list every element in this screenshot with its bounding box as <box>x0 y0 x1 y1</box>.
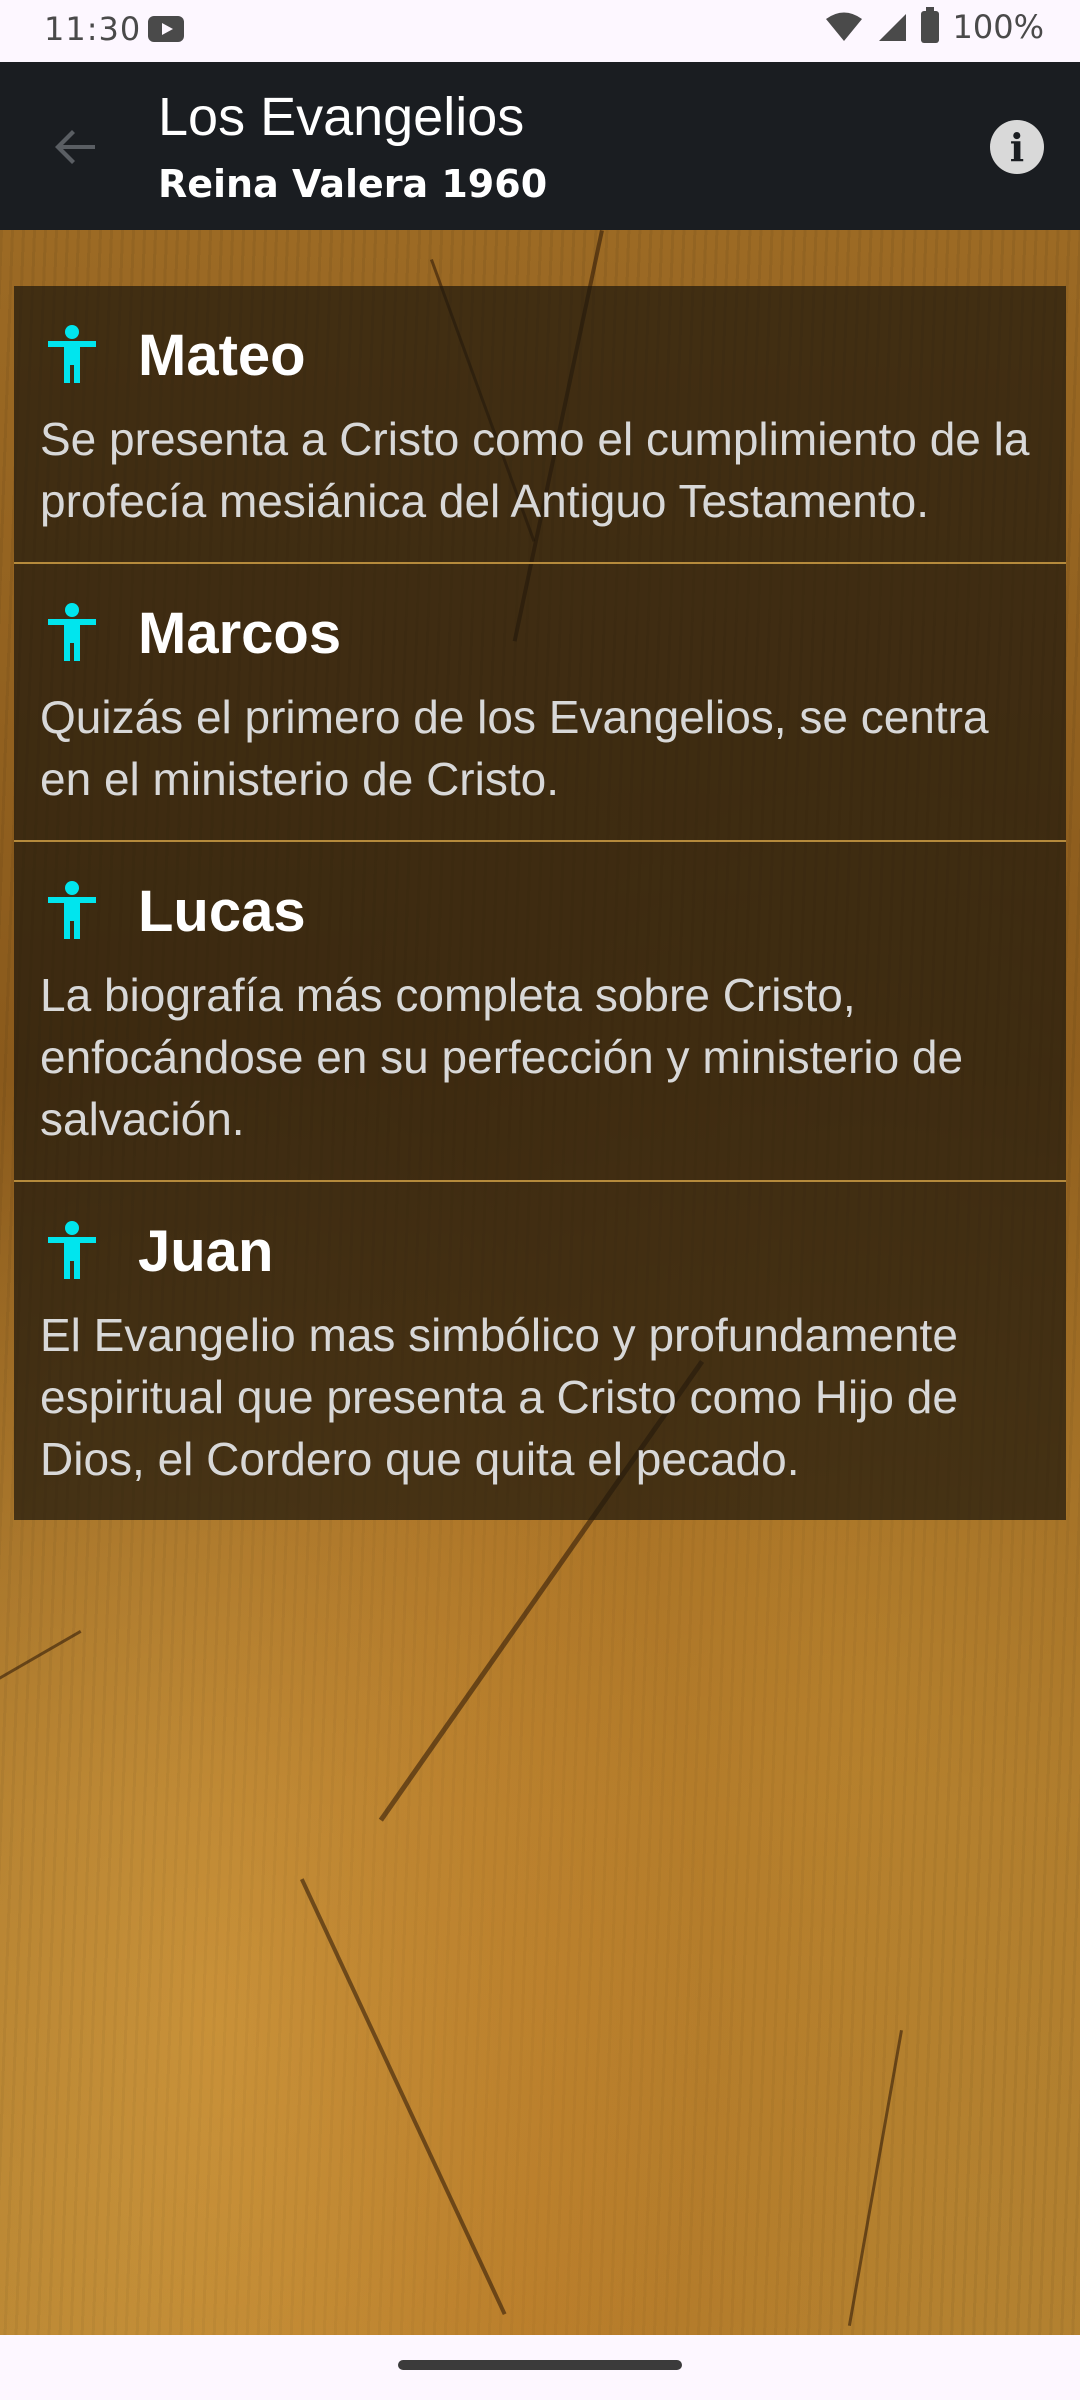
gospel-item-lucas[interactable]: Lucas La biografía más completa sobre Cr… <box>14 842 1066 1182</box>
gospel-list-background: Mateo Se presenta a Cristo como el cumpl… <box>0 230 1080 2335</box>
system-nav-bar <box>0 2335 1080 2400</box>
cell-signal-icon <box>878 14 906 41</box>
battery-icon <box>920 7 939 43</box>
gospel-description: Quizás el primero de los Evangelios, se … <box>40 691 989 805</box>
app-bar: Los Evangelios Reina Valera 1960 i <box>0 62 1080 230</box>
person-icon <box>48 1221 96 1279</box>
info-button[interactable]: i <box>990 120 1044 174</box>
gospel-item-mateo[interactable]: Mateo Se presenta a Cristo como el cumpl… <box>14 286 1066 564</box>
person-icon <box>48 881 96 939</box>
screen: 11:30 100% Los Evangelios Reina Valera 1… <box>0 0 1080 2400</box>
home-gesture-handle[interactable] <box>398 2360 682 2370</box>
gospel-list: Mateo Se presenta a Cristo como el cumpl… <box>14 286 1066 1520</box>
gospel-header: Juan <box>40 1210 1040 1292</box>
arrow-back-icon <box>55 130 95 164</box>
gospel-item-marcos[interactable]: Marcos Quizás el primero de los Evangeli… <box>14 564 1066 842</box>
gospel-title: Mateo <box>138 322 306 388</box>
gospel-header: Mateo <box>40 314 1040 396</box>
gospel-description: Se presenta a Cristo como el cumplimient… <box>40 413 1030 527</box>
gospel-title: Juan <box>138 1218 274 1284</box>
page-subtitle: Reina Valera 1960 <box>158 162 548 206</box>
gospel-title: Marcos <box>138 600 342 666</box>
back-button[interactable] <box>40 112 110 182</box>
page-title: Los Evangelios <box>158 87 525 147</box>
gospel-header: Marcos <box>40 592 1040 674</box>
status-bar: 11:30 100% <box>0 0 1080 62</box>
person-icon <box>48 325 96 383</box>
wifi-icon <box>825 12 862 41</box>
status-indicators: 100% <box>825 7 1044 46</box>
status-time: 11:30 <box>44 10 142 48</box>
gospel-title: Lucas <box>138 878 306 944</box>
gospel-description: El Evangelio mas simbólico y profundamen… <box>40 1309 958 1485</box>
youtube-notification-icon <box>148 16 184 42</box>
person-icon <box>48 603 96 661</box>
gospel-item-juan[interactable]: Juan El Evangelio mas simbólico y profun… <box>14 1182 1066 1520</box>
info-icon: i <box>1009 124 1025 170</box>
gospel-header: Lucas <box>40 870 1040 952</box>
gospel-description: La biografía más completa sobre Cristo, … <box>40 969 964 1145</box>
battery-level: 100% <box>952 8 1044 46</box>
